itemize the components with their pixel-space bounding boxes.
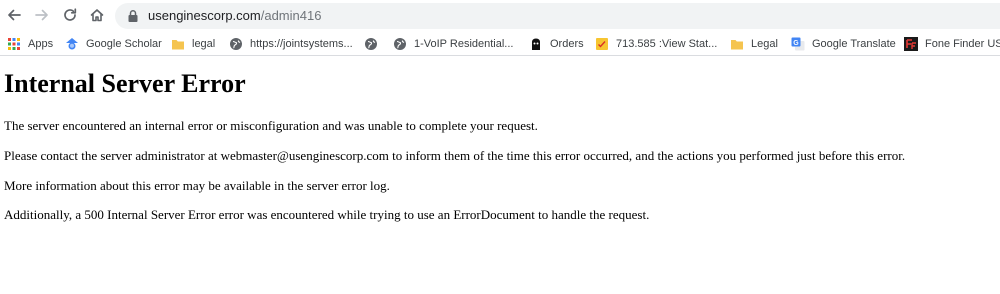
reload-icon [64, 8, 77, 21]
error-paragraph-4: Additionally, a 500 Internal Server Erro… [4, 207, 650, 222]
bookmark-label: 713.585 :View Stat... [616, 37, 718, 50]
globe-icon [364, 37, 378, 51]
back-button[interactable] [3, 4, 25, 26]
bookmark-label: Fone Finder USA [925, 37, 1000, 50]
bookmark-google-scholar[interactable]: Google Scholar [65, 32, 162, 55]
bookmark-orders[interactable]: Orders [529, 32, 584, 55]
bookmark-label: Legal [751, 37, 778, 50]
bookmark-label: https://jointsystems... [250, 37, 353, 50]
google-translate-icon: G [791, 37, 805, 51]
bookmark-view-stat[interactable]: 713.585 :View Stat... [595, 32, 717, 55]
reload-button[interactable] [59, 4, 81, 26]
bookmark-jointsystems[interactable]: https://jointsystems... [229, 32, 353, 55]
sticky-note-icon [595, 37, 609, 51]
bookmarks-bar: Apps Google Scholar legal https://joints… [0, 32, 1000, 56]
home-button[interactable] [86, 4, 108, 26]
back-arrow-icon [8, 9, 21, 21]
apps-grid-icon [7, 37, 21, 51]
orders-icon [529, 37, 543, 51]
bookmark-label: Apps [28, 37, 54, 50]
forward-button[interactable] [31, 4, 53, 26]
bookmark-globe[interactable] [364, 32, 385, 55]
globe-icon [393, 37, 407, 51]
url-host: usenginescorp.com [148, 8, 261, 23]
lock-icon [128, 10, 138, 22]
bookmark-fone-finder[interactable]: Fone Finder USA [904, 32, 1000, 55]
bookmark-label: Google Scholar [86, 37, 162, 50]
bookmark-apps[interactable]: Apps [7, 32, 53, 55]
svg-text:G: G [793, 40, 799, 47]
folder-icon [171, 37, 185, 51]
folder-icon [730, 37, 744, 51]
globe-icon [229, 37, 243, 51]
error-paragraph-3: More information about this error may be… [4, 178, 390, 193]
forward-arrow-icon [35, 9, 48, 21]
bookmark-label: 1-VoIP Residential... [414, 37, 514, 50]
bookmark-label: Google Translate [812, 37, 896, 50]
browser-toolbar: usenginescorp.com/admin416 [0, 0, 1000, 32]
fone-finder-icon [904, 36, 918, 51]
home-icon [90, 9, 104, 22]
url-path: /admin416 [260, 8, 322, 23]
google-scholar-icon [65, 37, 79, 51]
bookmark-label: Orders [550, 37, 584, 50]
bookmark-label: legal [192, 37, 216, 50]
url-text: usenginescorp.com/admin416 [148, 3, 321, 29]
page-title: Internal Server Error [4, 69, 246, 98]
bookmark-folder-legal[interactable]: legal [171, 32, 215, 55]
bookmark-folder-legal-2[interactable]: Legal [730, 32, 778, 55]
error-paragraph-2: Please contact the server administrator … [4, 148, 906, 163]
address-bar[interactable]: usenginescorp.com/admin416 [115, 3, 1000, 29]
bookmark-google-translate[interactable]: G Google Translate [791, 32, 896, 55]
error-paragraph-1: The server encountered an internal error… [4, 118, 538, 133]
bookmark-voip-residential[interactable]: 1-VoIP Residential... [393, 32, 513, 55]
